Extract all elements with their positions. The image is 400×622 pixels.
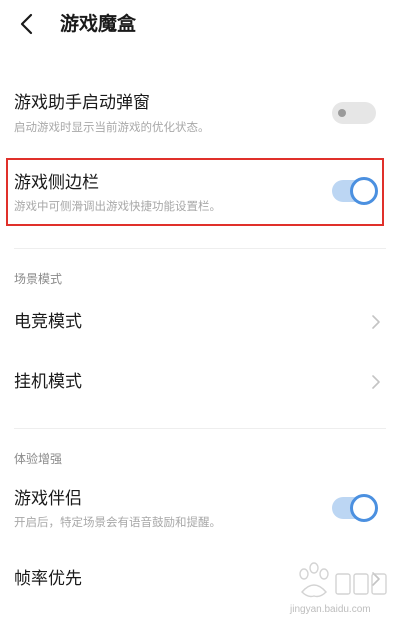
setting-title: 游戏伴侣 bbox=[14, 489, 82, 509]
setting-subtitle: 开启后，特定场景会有语音鼓励和提醒。 bbox=[14, 515, 221, 529]
chevron-right-icon bbox=[372, 315, 380, 329]
header-bar: 游戏魔盒 bbox=[0, 0, 400, 50]
setting-title: 游戏助手启动弹窗 bbox=[14, 93, 150, 113]
setting-subtitle: 启动游戏时显示当前游戏的优化状态。 bbox=[14, 120, 210, 134]
chevron-right-icon bbox=[372, 572, 380, 586]
setting-title: 游戏侧边栏 bbox=[14, 173, 99, 193]
list-item-title: 挂机模式 bbox=[14, 372, 82, 392]
divider bbox=[14, 248, 386, 249]
toggle-knob bbox=[350, 177, 378, 205]
list-item-frame-rate-priority[interactable]: 帧率优先 bbox=[0, 558, 400, 602]
toggle-knob bbox=[350, 494, 378, 522]
page-title: 游戏魔盒 bbox=[60, 13, 137, 35]
setting-row-game-sidebar[interactable]: 游戏侧边栏 游戏中可侧滑调出游戏快捷功能设置栏。 bbox=[0, 162, 400, 222]
setting-row-game-companion[interactable]: 游戏伴侣 开启后，特定场景会有语音鼓励和提醒。 bbox=[0, 484, 400, 540]
watermark-subtext: jingyan.baidu.com bbox=[290, 604, 371, 615]
setting-subtitle: 游戏中可侧滑调出游戏快捷功能设置栏。 bbox=[14, 199, 221, 213]
list-item-title: 电竞模式 bbox=[14, 312, 82, 332]
section-label-scene-mode: 场景模式 bbox=[14, 272, 63, 286]
list-item-esports-mode[interactable]: 电竞模式 bbox=[0, 300, 400, 344]
assistant-popup-toggle[interactable] bbox=[332, 102, 376, 124]
setting-row-assistant-popup[interactable]: 游戏助手启动弹窗 启动游戏时显示当前游戏的优化状态。 bbox=[0, 88, 400, 144]
list-item-title: 帧率优先 bbox=[14, 569, 82, 589]
game-companion-toggle[interactable] bbox=[332, 494, 378, 522]
list-item-idle-mode[interactable]: 挂机模式 bbox=[0, 360, 400, 404]
back-button[interactable] bbox=[14, 10, 42, 38]
game-sidebar-toggle[interactable] bbox=[332, 177, 378, 205]
chevron-left-icon bbox=[20, 13, 33, 35]
divider bbox=[14, 428, 386, 429]
section-label-experience: 体验增强 bbox=[14, 452, 63, 466]
chevron-right-icon bbox=[372, 375, 380, 389]
toggle-knob bbox=[338, 109, 346, 117]
